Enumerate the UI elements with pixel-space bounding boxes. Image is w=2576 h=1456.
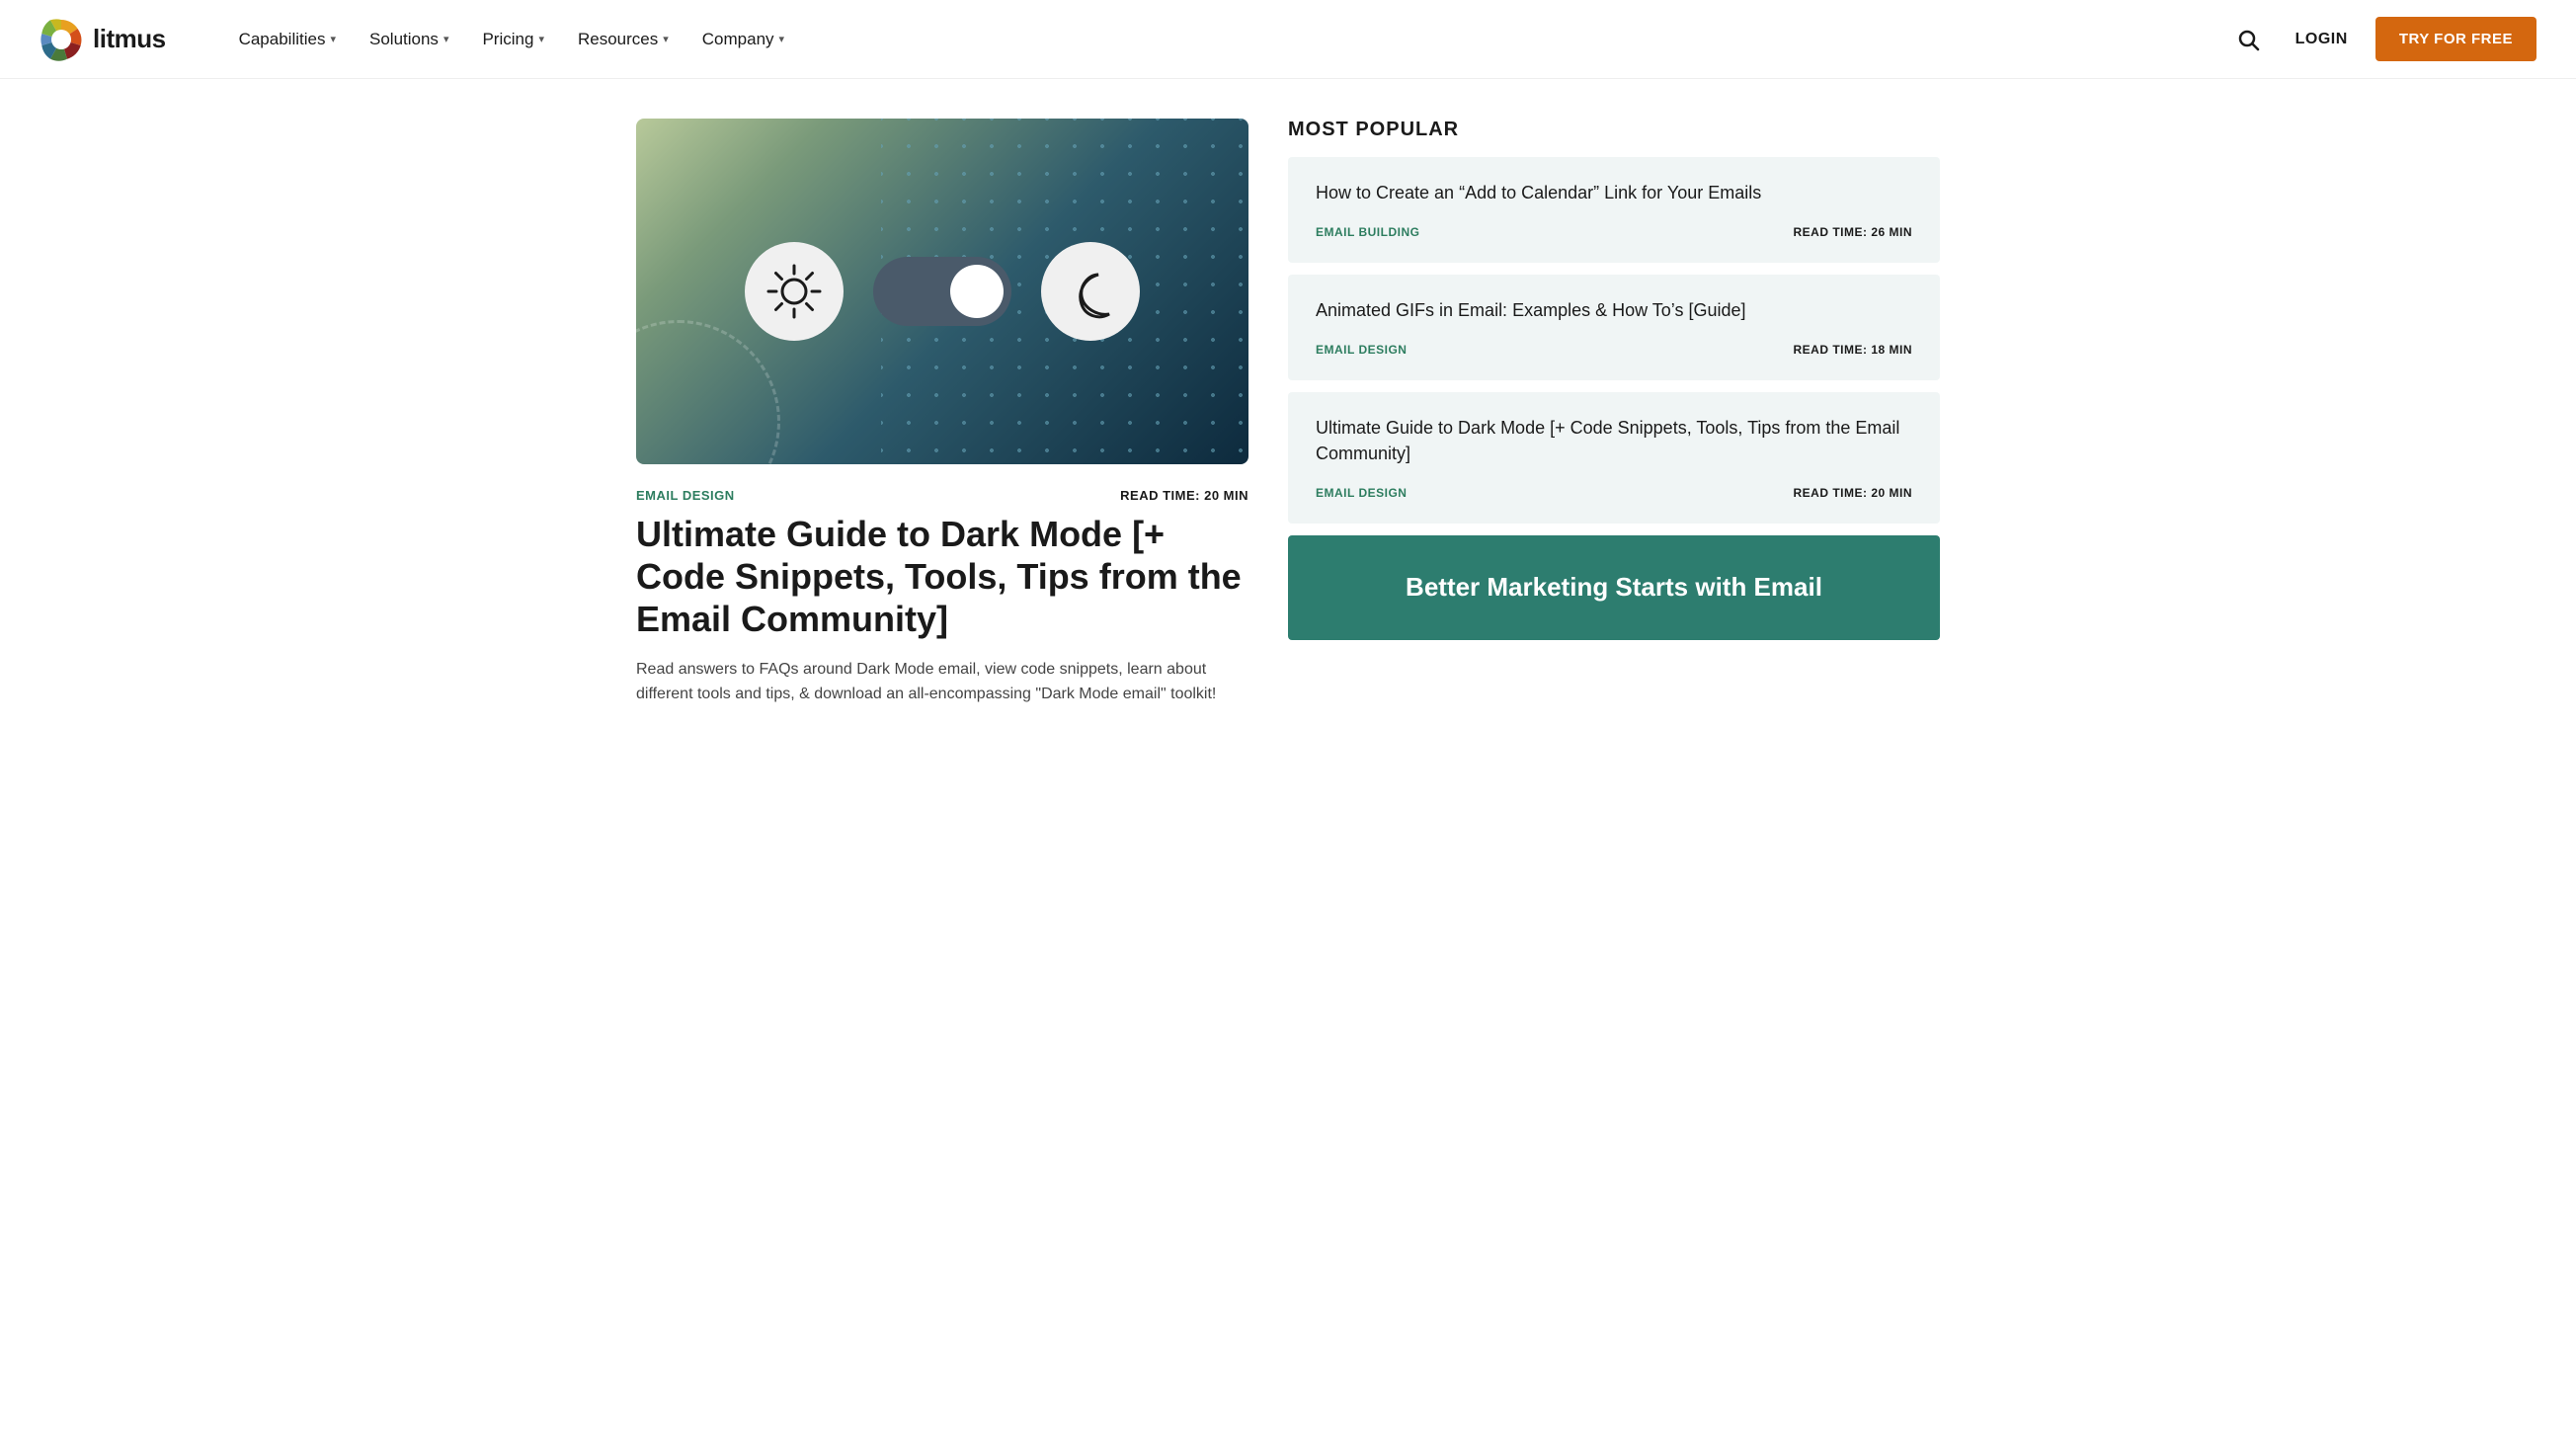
capabilities-chevron-icon: ▾ <box>330 33 336 45</box>
article-card: EMAIL DESIGN READ TIME: 20 MIN Ultimate … <box>636 119 1248 707</box>
article-meta: EMAIL DESIGN READ TIME: 20 MIN <box>636 488 1248 503</box>
popular-card-3-title: Ultimate Guide to Dark Mode [+ Code Snip… <box>1316 416 1912 465</box>
try-free-button[interactable]: TRY FOR FREE <box>2375 17 2536 61</box>
nav-pricing[interactable]: Pricing ▾ <box>468 22 558 57</box>
nav-right: LOGIN TRY FOR FREE <box>2228 17 2536 61</box>
popular-card-2-meta: EMAIL DESIGN READ TIME: 18 MIN <box>1316 343 1912 357</box>
pricing-chevron-icon: ▾ <box>538 33 544 45</box>
hero-icons <box>745 242 1140 341</box>
article-title: Ultimate Guide to Dark Mode [+ Code Snip… <box>636 513 1248 641</box>
solutions-chevron-icon: ▾ <box>443 33 449 45</box>
article-hero-image <box>636 119 1248 464</box>
main-content: EMAIL DESIGN READ TIME: 20 MIN Ultimate … <box>597 79 1979 707</box>
nav-links: Capabilities ▾ Solutions ▾ Pricing ▾ Res… <box>225 22 2228 57</box>
popular-card-1[interactable]: How to Create an “Add to Calendar” Link … <box>1288 157 1940 263</box>
sidebar: MOST POPULAR How to Create an “Add to Ca… <box>1288 119 1940 707</box>
cta-box: Better Marketing Starts with Email <box>1288 535 1940 640</box>
search-icon <box>2236 28 2260 51</box>
sun-icon <box>745 242 844 341</box>
toggle-switch[interactable] <box>873 257 1011 326</box>
resources-chevron-icon: ▾ <box>663 33 669 45</box>
nav-resources[interactable]: Resources ▾ <box>564 22 683 57</box>
popular-card-1-tag: EMAIL BUILDING <box>1316 225 1419 239</box>
popular-card-3-tag: EMAIL DESIGN <box>1316 486 1407 500</box>
popular-card-2[interactable]: Animated GIFs in Email: Examples & How T… <box>1288 275 1940 380</box>
article-read-time: READ TIME: 20 MIN <box>1120 488 1248 503</box>
company-chevron-icon: ▾ <box>779 33 785 45</box>
popular-card-1-read-time: READ TIME: 26 MIN <box>1793 225 1912 239</box>
toggle-knob <box>950 265 1004 318</box>
popular-card-2-title: Animated GIFs in Email: Examples & How T… <box>1316 298 1912 323</box>
nav-capabilities[interactable]: Capabilities ▾ <box>225 22 350 57</box>
nav-solutions[interactable]: Solutions ▾ <box>356 22 462 57</box>
popular-card-2-read-time: READ TIME: 18 MIN <box>1793 343 1912 357</box>
popular-card-1-title: How to Create an “Add to Calendar” Link … <box>1316 181 1912 205</box>
nav-company[interactable]: Company ▾ <box>688 22 798 57</box>
login-button[interactable]: LOGIN <box>2284 23 2360 56</box>
article-description: Read answers to FAQs around Dark Mode em… <box>636 657 1248 707</box>
logo-text: litmus <box>93 24 166 54</box>
navbar: litmus Capabilities ▾ Solutions ▾ Pricin… <box>0 0 2576 79</box>
search-button[interactable] <box>2228 20 2268 59</box>
popular-card-3-read-time: READ TIME: 20 MIN <box>1793 486 1912 500</box>
popular-card-3-meta: EMAIL DESIGN READ TIME: 20 MIN <box>1316 486 1912 500</box>
article-tag: EMAIL DESIGN <box>636 488 735 503</box>
popular-card-1-meta: EMAIL BUILDING READ TIME: 26 MIN <box>1316 225 1912 239</box>
popular-card-2-tag: EMAIL DESIGN <box>1316 343 1407 357</box>
popular-card-3[interactable]: Ultimate Guide to Dark Mode [+ Code Snip… <box>1288 392 1940 523</box>
logo-link[interactable]: litmus <box>40 18 166 61</box>
cta-title: Better Marketing Starts with Email <box>1316 571 1912 605</box>
most-popular-heading: MOST POPULAR <box>1288 119 1940 141</box>
logo-icon <box>40 18 83 61</box>
moon-icon <box>1041 242 1140 341</box>
